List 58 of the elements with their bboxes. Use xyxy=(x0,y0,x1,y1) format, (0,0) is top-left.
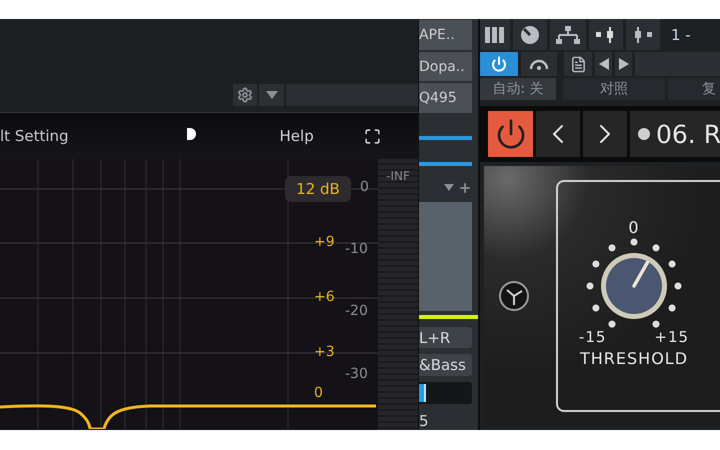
gain-label: 0 xyxy=(314,385,323,401)
meter-scale-label: 0 xyxy=(360,179,369,195)
gain-label: +9 xyxy=(314,234,335,250)
selection-strip xyxy=(419,136,472,140)
meter-scale-label: -20 xyxy=(345,303,368,319)
hierarchy-icon[interactable] xyxy=(550,19,586,50)
fader-icon[interactable] xyxy=(626,19,660,50)
bars-icon[interactable] xyxy=(480,19,510,50)
knob-max-label: +15 xyxy=(654,330,690,345)
arc-icon xyxy=(529,58,549,70)
power-icon xyxy=(494,118,526,150)
meter-scale-label: -30 xyxy=(345,366,368,382)
left-triangle-icon xyxy=(598,58,608,70)
fullscreen-icon[interactable] xyxy=(364,128,381,144)
selection-strip xyxy=(419,162,472,166)
range-badge[interactable]: 12 dB xyxy=(285,176,351,202)
document-icon xyxy=(570,56,586,72)
caret-icon xyxy=(266,91,278,99)
caret-icon[interactable] xyxy=(444,184,454,192)
gain-label: +6 xyxy=(314,289,335,305)
preset-field[interactable] xyxy=(286,84,418,106)
settings-button[interactable] xyxy=(233,84,257,106)
slider[interactable] xyxy=(419,382,472,404)
automation-button[interactable]: 自动: 关 xyxy=(480,78,556,100)
screw-icon xyxy=(499,281,529,311)
preset-field[interactable]: &Bass xyxy=(419,354,472,376)
previous-button[interactable] xyxy=(595,52,612,76)
right-triangle-icon xyxy=(618,58,628,70)
next-button[interactable] xyxy=(615,52,632,76)
copy-button[interactable]: 复 xyxy=(668,78,720,100)
knob-center-label: 0 xyxy=(628,220,640,236)
meter-top-label: -INF xyxy=(386,169,410,185)
insert-item[interactable]: Q495 xyxy=(419,83,472,114)
add-icon[interactable] xyxy=(458,180,472,195)
help-link[interactable]: Help xyxy=(280,127,314,145)
compare-button[interactable]: 对照 xyxy=(563,78,665,100)
insert-item[interactable]: APE.. xyxy=(419,20,472,50)
previous-button[interactable] xyxy=(536,111,580,157)
next-button[interactable] xyxy=(583,111,627,157)
dropdown-button[interactable] xyxy=(259,84,284,106)
dot-icon xyxy=(638,128,650,140)
meter-scale-label: -10 xyxy=(345,241,368,257)
gain-label: +3 xyxy=(314,344,335,360)
arc-button[interactable] xyxy=(521,52,557,76)
power-icon xyxy=(491,56,507,72)
document-button[interactable] xyxy=(564,52,592,76)
fader-icon[interactable] xyxy=(589,19,623,50)
preset-label[interactable]: lt Setting xyxy=(0,127,69,145)
knob-min-label: -15 xyxy=(578,330,606,345)
value-label: 5 xyxy=(419,410,430,430)
power-button[interactable] xyxy=(488,111,533,157)
preset-selector[interactable]: 06. R xyxy=(630,111,720,157)
input-field[interactable]: L+R xyxy=(419,326,472,348)
knob-label: THRESHOLD xyxy=(580,351,688,367)
dial-icon[interactable] xyxy=(513,19,547,50)
position-label: 1 - xyxy=(671,26,691,44)
power-button[interactable] xyxy=(480,52,518,76)
insert-item[interactable]: Dopa.. xyxy=(419,52,472,82)
